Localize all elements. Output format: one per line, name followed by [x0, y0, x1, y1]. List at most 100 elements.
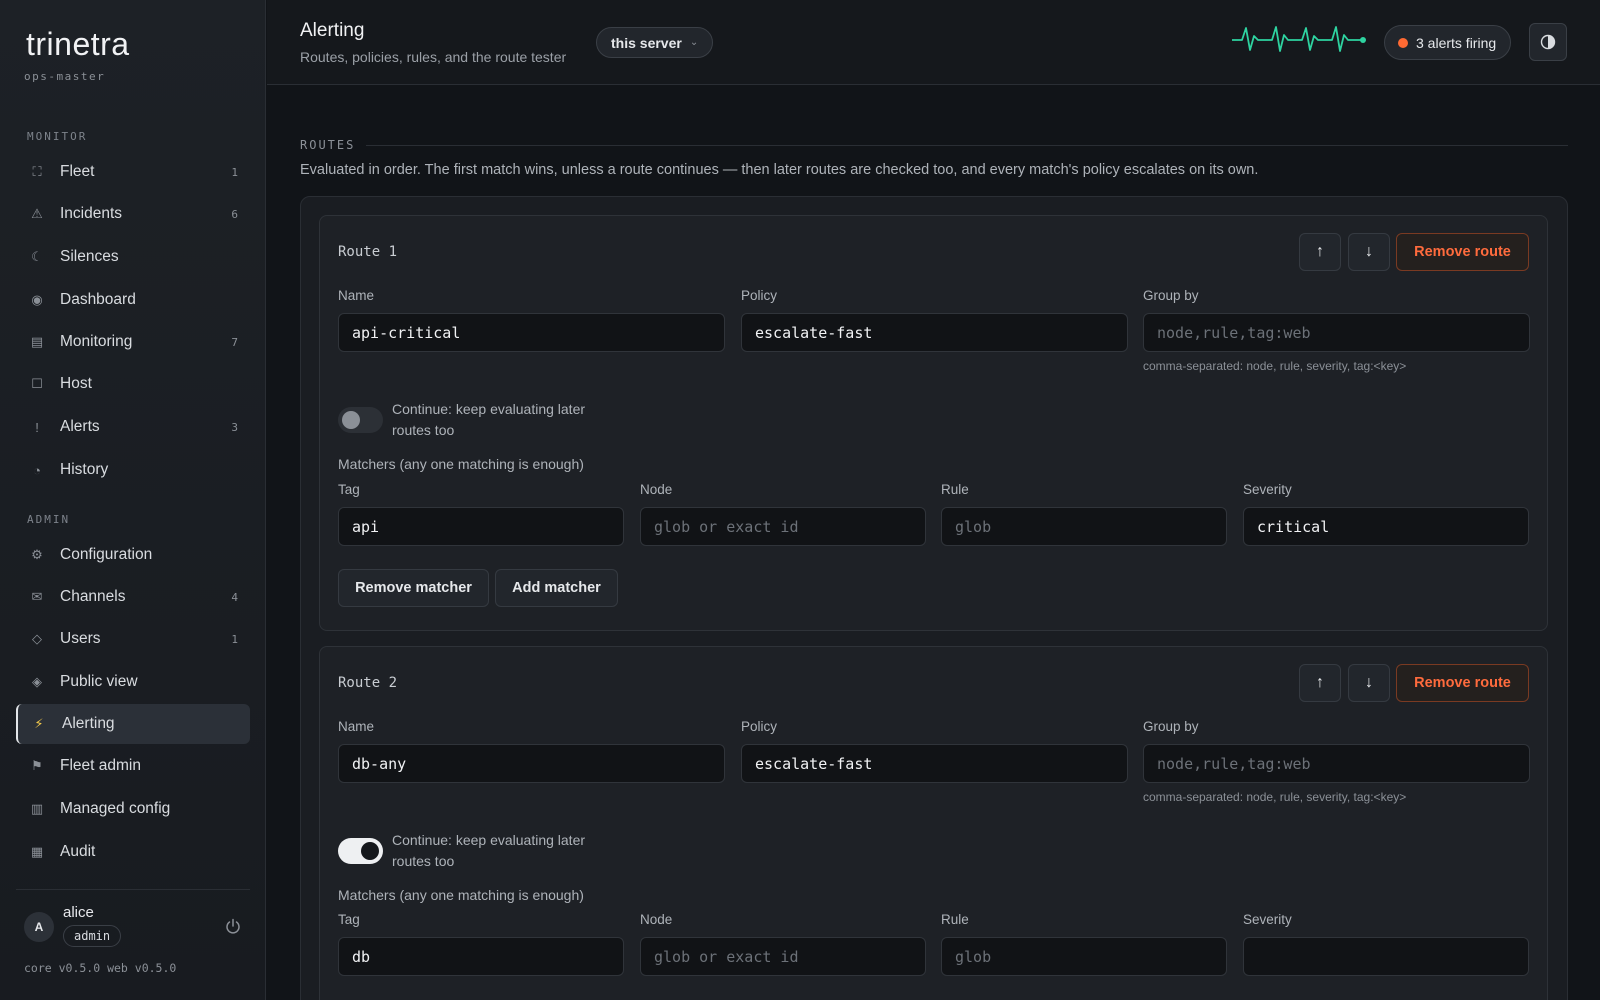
- dot-circle-icon: ◉: [31, 292, 43, 307]
- toggle-knob: [361, 842, 379, 860]
- sidebar-item-history[interactable]: ◔ History: [16, 450, 250, 490]
- alerts-firing-text: 3 alerts firing: [1416, 34, 1497, 51]
- routes-description: Evaluated in order. The first match wins…: [300, 162, 1259, 178]
- sidebar-item-managed-config[interactable]: ▥ Managed config: [16, 789, 250, 829]
- chevron-down-icon: ⌄: [689, 37, 699, 48]
- policy-input[interactable]: escalate-fast: [741, 744, 1128, 783]
- page-title: Alerting: [300, 20, 365, 41]
- continue-label: Continue: keep evaluating later routes t…: [392, 832, 586, 869]
- rule-label: Rule: [941, 912, 969, 927]
- alerts-firing-badge[interactable]: 3 alerts firing: [1384, 25, 1512, 60]
- severity-label: Severity: [1243, 912, 1292, 927]
- name-label: Name: [338, 719, 375, 734]
- sidebar-divider: [16, 889, 250, 890]
- move-down-button[interactable]: ↓: [1348, 233, 1390, 271]
- sidebar-item-host[interactable]: ☐ Host: [16, 364, 250, 404]
- monitor-list-icon: ▤: [30, 334, 44, 349]
- admin-section-label: ADMIN: [27, 513, 71, 526]
- remove-route-button[interactable]: Remove route: [1396, 233, 1529, 271]
- route-name-input[interactable]: db-any: [338, 744, 725, 783]
- sidebar-item-label: Channels: [60, 588, 126, 605]
- logout-power-icon[interactable]: [224, 917, 242, 935]
- sidebar-item-silences[interactable]: ☾ Silences: [16, 237, 250, 277]
- lightning-icon: ⚡: [34, 716, 44, 731]
- sidebar-item-count: 4: [231, 590, 238, 604]
- node-label: Node: [640, 912, 673, 927]
- grid-icon: ▥: [30, 801, 44, 816]
- sidebar-item-count: 7: [231, 335, 238, 349]
- sidebar-item-label: Alerting: [62, 715, 115, 732]
- sidebar-item-alerting[interactable]: ⚡ Alerting: [16, 704, 250, 744]
- sidebar-item-incidents[interactable]: ⚠ Incidents 6: [16, 194, 250, 234]
- diamond-icon: ◇: [32, 631, 42, 646]
- theme-toggle-button[interactable]: [1529, 23, 1567, 61]
- add-matcher-button[interactable]: Add matcher: [495, 569, 618, 607]
- tag-input[interactable]: api: [338, 507, 624, 546]
- page-header: Alerting Routes, policies, rules, and th…: [267, 0, 1600, 85]
- avatar[interactable]: A: [24, 912, 54, 942]
- move-down-button[interactable]: ↓: [1348, 664, 1390, 702]
- app-logo[interactable]: trinetra: [26, 26, 130, 63]
- sidebar-item-dashboard[interactable]: ◉ Dashboard: [16, 280, 250, 320]
- rule-label: Rule: [941, 482, 969, 497]
- sidebar-item-label: Dashboard: [60, 291, 136, 308]
- clock-icon: ◔: [33, 462, 41, 478]
- sidebar-item-label: Host: [60, 375, 92, 392]
- contrast-icon: [1540, 34, 1556, 50]
- move-up-button[interactable]: ↑: [1299, 664, 1341, 702]
- remove-route-button[interactable]: Remove route: [1396, 664, 1529, 702]
- route-card: Route 2 ↑ ↓ Remove route Name Policy Gro…: [319, 646, 1548, 1000]
- sidebar-item-label: Public view: [60, 673, 138, 690]
- group-by-input[interactable]: node,rule,tag:web: [1143, 744, 1530, 783]
- user-name: alice: [63, 904, 94, 921]
- sidebar-item-public-view[interactable]: ◈ Public view: [16, 662, 250, 702]
- remove-matcher-button[interactable]: Remove matcher: [338, 569, 489, 607]
- node-input[interactable]: glob or exact id: [640, 507, 926, 546]
- rule-input[interactable]: glob: [941, 937, 1227, 976]
- sidebar-item-label: Fleet admin: [60, 757, 141, 774]
- sidebar-item-audit[interactable]: ▦ Audit: [16, 832, 250, 872]
- policy-input[interactable]: escalate-fast: [741, 313, 1128, 352]
- sidebar-item-alerts[interactable]: ! Alerts 3: [16, 407, 250, 447]
- server-select[interactable]: this server ⌄: [596, 27, 714, 58]
- severity-input[interactable]: critical: [1243, 507, 1529, 546]
- tag-label: Tag: [338, 482, 360, 497]
- route-title: Route 1: [338, 244, 398, 260]
- gear-icon: ⚙: [31, 547, 43, 562]
- sidebar-item-label: History: [60, 461, 109, 478]
- alert-status-dot-icon: [1398, 37, 1408, 48]
- sidebar-item-label: Monitoring: [60, 333, 133, 350]
- group-by-hint: comma-separated: node, rule, severity, t…: [1143, 359, 1407, 373]
- sidebar-item-count: 6: [231, 207, 238, 221]
- node-input[interactable]: glob or exact id: [640, 937, 926, 976]
- sidebar-item-users[interactable]: ◇ Users 1: [16, 619, 250, 659]
- route-name-input[interactable]: api-critical: [338, 313, 725, 352]
- sidebar-item-configuration[interactable]: ⚙ Configuration: [16, 535, 250, 575]
- matchers-label: Matchers (any one matching is enough): [338, 887, 584, 903]
- continue-toggle[interactable]: [338, 407, 383, 433]
- toggle-knob: [342, 411, 360, 429]
- sidebar-item-label: Audit: [60, 843, 96, 860]
- sidebar-item-fleet-admin[interactable]: ⚑ Fleet admin: [16, 746, 250, 786]
- table-icon: ▦: [30, 844, 44, 859]
- tag-input[interactable]: db: [338, 937, 624, 976]
- group-by-input[interactable]: node,rule,tag:web: [1143, 313, 1530, 352]
- move-up-button[interactable]: ↑: [1299, 233, 1341, 271]
- fleet-icon: ⛶: [32, 164, 42, 179]
- continue-label: Continue: keep evaluating later routes t…: [392, 401, 586, 438]
- continue-toggle[interactable]: [338, 838, 383, 864]
- group-by-label: Group by: [1143, 719, 1199, 734]
- policy-label: Policy: [741, 288, 778, 303]
- sidebar-item-fleet[interactable]: ⛶ Fleet 1: [16, 152, 250, 192]
- sidebar-item-channels[interactable]: ✉ Channels 4: [16, 577, 250, 617]
- sidebar-item-label: Configuration: [60, 546, 153, 563]
- severity-input[interactable]: [1243, 937, 1529, 976]
- rule-input[interactable]: glob: [941, 507, 1227, 546]
- sidebar: trinetra ops-master MONITOR ⛶ Fleet 1 ⚠ …: [0, 0, 266, 1000]
- version-info: core v0.5.0 web v0.5.0: [24, 961, 177, 975]
- eye-icon: ◈: [32, 674, 42, 689]
- monitor-section-label: MONITOR: [27, 130, 88, 143]
- server-select-value: this server: [611, 34, 682, 51]
- sidebar-item-monitoring[interactable]: ▤ Monitoring 7: [16, 322, 250, 362]
- route-title: Route 2: [338, 675, 398, 691]
